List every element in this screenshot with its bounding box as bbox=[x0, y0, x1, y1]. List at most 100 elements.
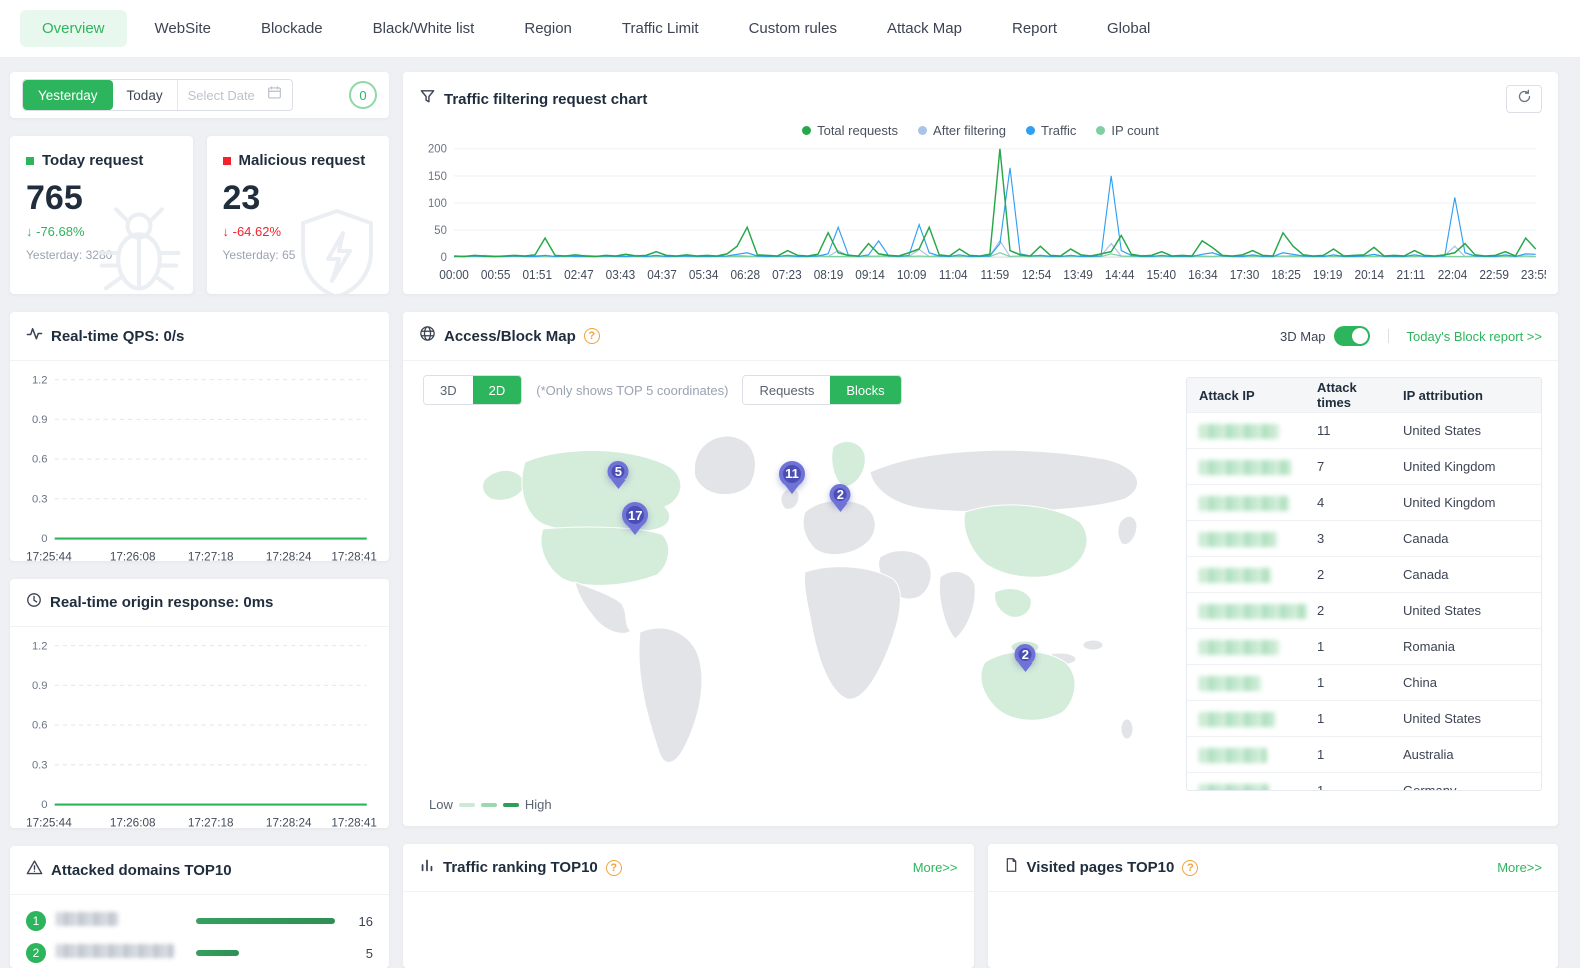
pin-tail bbox=[833, 503, 847, 519]
nav-tab-global[interactable]: Global bbox=[1085, 10, 1172, 47]
qps-chart-svg: 00.30.60.91.217:25:4417:26:0817:27:1817:… bbox=[20, 365, 379, 570]
rank-badge: 1 bbox=[26, 911, 46, 931]
svg-text:17:28:41: 17:28:41 bbox=[331, 549, 377, 563]
blurred-attack-ip bbox=[1199, 676, 1261, 691]
nav-tab-region[interactable]: Region bbox=[502, 10, 594, 47]
blocks-button[interactable]: Blocks bbox=[830, 376, 900, 404]
card-title-row: Today request bbox=[26, 152, 177, 169]
ip-attribution-cell: Canada bbox=[1391, 567, 1541, 582]
svg-text:0.6: 0.6 bbox=[32, 454, 48, 466]
ip-attribution-cell: United States bbox=[1391, 711, 1541, 726]
chart-bars-icon bbox=[419, 857, 435, 878]
attack-times-cell: 3 bbox=[1305, 531, 1391, 546]
pin-value: 2 bbox=[1015, 644, 1036, 665]
svg-text:15:40: 15:40 bbox=[1147, 268, 1177, 282]
svg-text:03:43: 03:43 bbox=[606, 268, 636, 282]
legend-item[interactable]: Traffic bbox=[1026, 123, 1076, 138]
activity-icon bbox=[26, 325, 43, 347]
nav-tab-custom-rules[interactable]: Custom rules bbox=[727, 10, 859, 47]
ranking-more-link[interactable]: More>> bbox=[913, 860, 958, 875]
select-date-input[interactable] bbox=[188, 88, 260, 103]
svg-text:1.2: 1.2 bbox=[32, 374, 48, 386]
card-title-row: Malicious request bbox=[223, 152, 374, 169]
svg-text:11:59: 11:59 bbox=[981, 268, 1010, 282]
clock-icon bbox=[26, 592, 42, 613]
legend-item[interactable]: After filtering bbox=[918, 123, 1006, 138]
nav-tab-black-white-list[interactable]: Black/White list bbox=[351, 10, 497, 47]
nav-tab-attack-map[interactable]: Attack Map bbox=[865, 10, 984, 47]
domain-attack-count: 5 bbox=[345, 946, 373, 961]
blurred-attack-ip bbox=[1199, 460, 1291, 475]
ranking-help-icon[interactable]: ? bbox=[606, 860, 622, 876]
ip-attribution-cell: United Kingdom bbox=[1391, 459, 1541, 474]
ranking-title: Traffic ranking TOP10 bbox=[443, 859, 598, 876]
svg-text:22:59: 22:59 bbox=[1479, 268, 1509, 282]
traffic-chart: 05010015020000:0000:5501:5102:4703:4304:… bbox=[403, 140, 1558, 294]
mode-2d-button[interactable]: 2D bbox=[473, 376, 522, 404]
legend-item[interactable]: IP count bbox=[1096, 123, 1158, 138]
map-header: Access/Block Map ? 3D Map Today's Block … bbox=[403, 312, 1558, 361]
nav-tab-blockade[interactable]: Blockade bbox=[239, 10, 345, 47]
map-pin[interactable]: 17 bbox=[622, 502, 648, 542]
nav-tab-website[interactable]: WebSite bbox=[133, 10, 233, 47]
attack-ip-table: Attack IP Attack times IP attribution 11… bbox=[1186, 377, 1542, 791]
legend-item[interactable]: Total requests bbox=[802, 123, 898, 138]
mode-3d-button[interactable]: 3D bbox=[424, 376, 473, 404]
traffic-ranking-panel: Traffic ranking TOP10 ? More>> bbox=[403, 844, 974, 968]
attack-table-row: 2Canada bbox=[1187, 556, 1541, 592]
svg-text:17:28:41: 17:28:41 bbox=[331, 815, 377, 829]
blurred-attack-ip bbox=[1199, 424, 1279, 439]
select-date-field[interactable] bbox=[178, 80, 292, 110]
today-button[interactable]: Today bbox=[113, 80, 178, 110]
attack-table-row: 1Germany bbox=[1187, 772, 1541, 791]
map-body: 3D 2D (*Only shows TOP 5 coordinates) Re… bbox=[403, 361, 1558, 826]
attack-table-body: 11United States7United Kingdom4United Ki… bbox=[1187, 412, 1541, 791]
attack-times-cell: 4 bbox=[1305, 495, 1391, 510]
svg-text:06:28: 06:28 bbox=[730, 268, 760, 282]
block-report-link[interactable]: Today's Block report >> bbox=[1407, 329, 1542, 344]
map-pin[interactable]: 2 bbox=[1015, 644, 1036, 679]
map-pin[interactable]: 11 bbox=[779, 461, 805, 501]
visited-pages-panel: Visited pages TOP10 ? More>> bbox=[988, 844, 1559, 968]
visited-header: Visited pages TOP10 ? More>> bbox=[988, 844, 1559, 892]
yesterday-button[interactable]: Yesterday bbox=[23, 80, 113, 110]
rank-badge: 2 bbox=[26, 943, 46, 963]
traffic-header: Traffic filtering request chart bbox=[403, 72, 1558, 117]
gradient-segment bbox=[481, 803, 497, 807]
refresh-icon bbox=[1517, 89, 1532, 109]
svg-text:0: 0 bbox=[41, 533, 47, 545]
3d-map-toggle[interactable] bbox=[1334, 326, 1370, 346]
legend-label: Traffic bbox=[1041, 123, 1076, 138]
domain-row: 116 bbox=[26, 905, 373, 937]
requests-button[interactable]: Requests bbox=[743, 376, 830, 404]
svg-text:0.6: 0.6 bbox=[32, 720, 48, 732]
origin-chart-svg: 00.30.60.91.217:25:4417:26:0817:27:1817:… bbox=[20, 631, 379, 836]
nav-tab-traffic-limit[interactable]: Traffic Limit bbox=[600, 10, 721, 47]
refresh-button[interactable] bbox=[1506, 85, 1542, 113]
nav-tab-overview[interactable]: Overview bbox=[20, 10, 127, 47]
map-help-icon[interactable]: ? bbox=[584, 328, 600, 344]
visited-help-icon[interactable]: ? bbox=[1182, 860, 1198, 876]
attack-table-row: 4United Kingdom bbox=[1187, 484, 1541, 520]
domains-title: Attacked domains TOP10 bbox=[51, 862, 232, 879]
legend-label: Total requests bbox=[817, 123, 898, 138]
qps-title: Real-time QPS: 0/s bbox=[51, 328, 184, 345]
legend-low-label: Low bbox=[429, 797, 453, 812]
traffic-legend: Total requests After filtering Traffic IP c… bbox=[403, 117, 1558, 140]
refresh-countdown-badge: 0 bbox=[349, 81, 377, 109]
svg-text:0.3: 0.3 bbox=[32, 493, 48, 505]
map-pin[interactable]: 5 bbox=[608, 461, 629, 496]
origin-response-panel: Real-time origin response: 0ms 00.30.60.… bbox=[10, 579, 389, 828]
svg-text:17:26:08: 17:26:08 bbox=[110, 549, 156, 563]
map-title: Access/Block Map bbox=[444, 328, 576, 345]
visited-more-link[interactable]: More>> bbox=[1497, 860, 1542, 875]
map-pin[interactable]: 2 bbox=[830, 484, 851, 519]
legend-dot bbox=[1026, 126, 1035, 135]
blurred-domain bbox=[56, 944, 174, 958]
pin-value: 5 bbox=[608, 461, 629, 482]
domain-bar bbox=[196, 918, 335, 924]
nav-tab-report[interactable]: Report bbox=[990, 10, 1079, 47]
svg-text:01:51: 01:51 bbox=[522, 268, 552, 282]
bottom-row: Traffic ranking TOP10 ? More>> Visited p… bbox=[403, 844, 1558, 968]
ip-attribution-cell: Romania bbox=[1391, 639, 1541, 654]
